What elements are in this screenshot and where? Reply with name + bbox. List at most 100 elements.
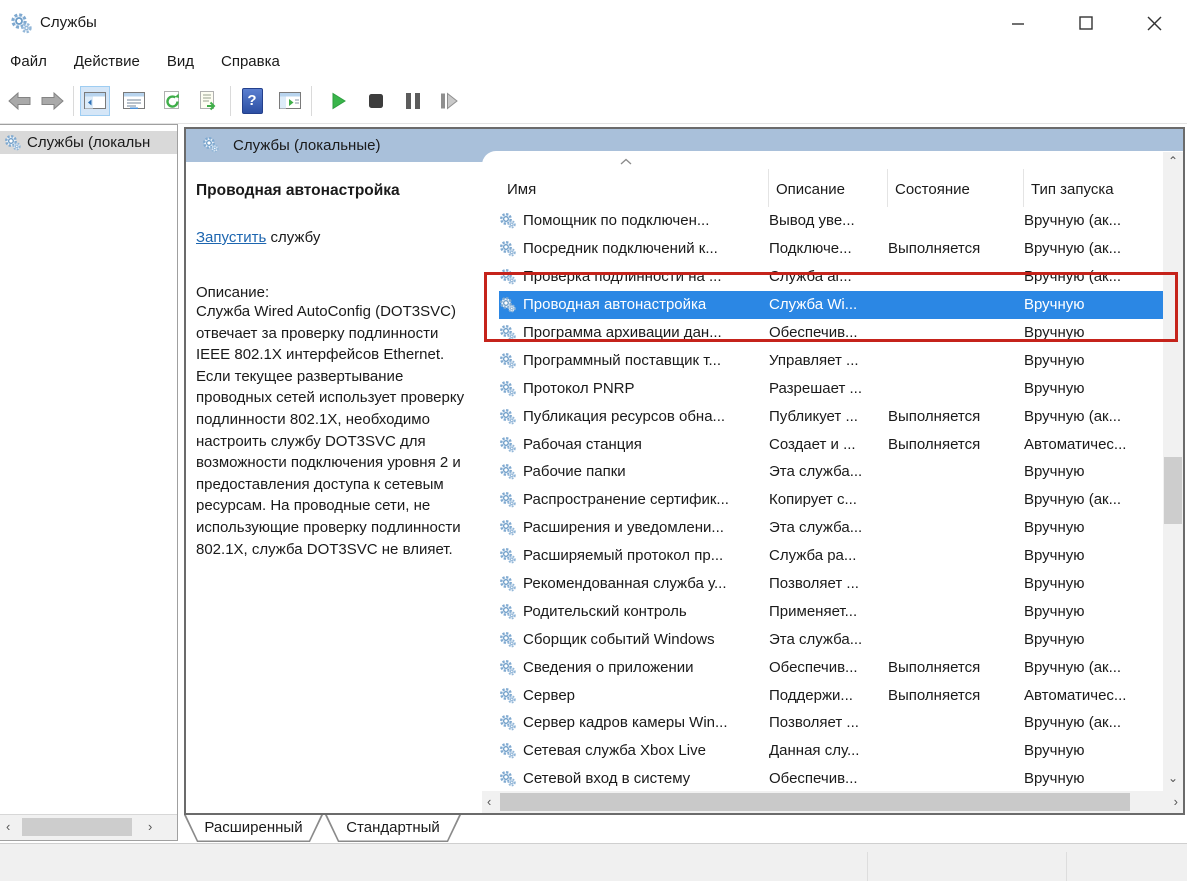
service-gear-icon bbox=[499, 659, 516, 676]
forward-icon[interactable] bbox=[37, 86, 67, 116]
table-row[interactable]: Проводная автонастройка Служба Wi... Вручн… bbox=[499, 290, 1163, 319]
table-row[interactable]: Сетевая служба Xbox Live Данная слу... Вру… bbox=[499, 737, 1163, 765]
table-row[interactable]: Сетевой вход в систему Обеспечив... Вручну… bbox=[499, 765, 1163, 791]
cell-name: Сервер кадров камеры Win... bbox=[523, 714, 728, 732]
cell-description: Данная слу... bbox=[769, 742, 860, 760]
cell-name: Программа архивации дан... bbox=[523, 324, 722, 341]
tree-horizontal-scrollbar[interactable]: ‹ › bbox=[0, 814, 177, 840]
cell-startup-type: Вручную (ак... bbox=[1024, 240, 1122, 258]
list-vertical-scrollbar[interactable]: ⌃ ⌄ bbox=[1163, 152, 1183, 791]
tree-item-services-local[interactable]: Службы (локальн bbox=[0, 131, 177, 154]
service-gear-icon bbox=[499, 380, 516, 397]
cell-name: Протокол PNRP bbox=[523, 379, 635, 397]
column-header-1[interactable]: Описание bbox=[769, 169, 888, 207]
menu-item-вид[interactable]: Вид bbox=[167, 53, 194, 70]
menu-item-справка[interactable]: Справка bbox=[221, 53, 280, 70]
service-gear-icon bbox=[499, 436, 516, 453]
cell-description: Применяет... bbox=[769, 602, 858, 620]
show-action-pane-icon[interactable] bbox=[275, 86, 305, 116]
table-row[interactable]: Программа архивации дан... Обеспечив... Вр… bbox=[499, 319, 1163, 347]
table-row[interactable]: Родительский контроль Применяет... Вручную bbox=[499, 597, 1163, 625]
table-row[interactable]: Сервер кадров камеры Win... Позволяет ...… bbox=[499, 709, 1163, 737]
table-row[interactable]: Рекомендованная служба у... Позволяет ...… bbox=[499, 570, 1163, 598]
table-row[interactable]: Сервер Поддержи... Выполняется Автоматичес.… bbox=[499, 681, 1163, 709]
cell-name: Расширяемый протокол пр... bbox=[523, 547, 724, 565]
scroll-down-icon[interactable]: ⌄ bbox=[1163, 771, 1183, 789]
service-gear-icon bbox=[499, 631, 516, 648]
scroll-right-icon[interactable]: › bbox=[1174, 794, 1178, 809]
menu-item-файл[interactable]: Файл bbox=[10, 53, 47, 70]
table-row[interactable]: Помощник по подключен... Вывод уве... Вруч… bbox=[499, 207, 1163, 235]
tree-scrollbar-thumb[interactable] bbox=[22, 818, 132, 836]
service-action-line: Запустить службу bbox=[196, 229, 470, 246]
menu-bar: Файл Действие Вид Справка bbox=[0, 45, 1187, 78]
cell-state: Выполняется bbox=[888, 240, 981, 258]
cell-name: Сервер bbox=[523, 686, 576, 704]
toolbar-separator bbox=[311, 85, 312, 116]
services-gear-icon bbox=[202, 136, 221, 155]
table-row[interactable]: Посредник подключений к... Подключе... Вып… bbox=[499, 235, 1163, 263]
table-row[interactable]: Программный поставщик т... Управляет ... В… bbox=[499, 346, 1163, 374]
table-row[interactable]: Рабочая станция Создает и ... Выполняется А… bbox=[499, 430, 1163, 458]
cell-description: Копирует с... bbox=[769, 491, 857, 509]
tab-extended[interactable]: Расширенный bbox=[184, 815, 323, 842]
stop-service-icon[interactable] bbox=[361, 86, 391, 116]
column-header-0[interactable]: Имя bbox=[482, 169, 769, 207]
show-console-tree-icon[interactable] bbox=[80, 85, 110, 116]
start-service-link[interactable]: Запустить bbox=[196, 229, 266, 246]
cell-name: Сведения о приложении bbox=[523, 658, 694, 676]
table-row[interactable]: Проверка подлинности на ... Служба аг... В… bbox=[499, 263, 1163, 291]
vertical-scrollbar-thumb[interactable] bbox=[1164, 457, 1182, 524]
scroll-up-icon[interactable]: ⌃ bbox=[1163, 154, 1183, 172]
cell-name: Родительский контроль bbox=[523, 602, 687, 620]
close-button[interactable] bbox=[1139, 8, 1169, 38]
help-icon[interactable]: ? bbox=[237, 86, 267, 116]
properties-icon[interactable] bbox=[119, 86, 149, 116]
list-horizontal-scrollbar[interactable]: ‹ › bbox=[482, 791, 1183, 813]
table-row[interactable]: Публикация ресурсов обна... Публикует ...… bbox=[499, 402, 1163, 430]
cell-startup-type: Вручную bbox=[1024, 602, 1085, 620]
service-gear-icon bbox=[499, 687, 516, 704]
horizontal-scrollbar-thumb[interactable] bbox=[500, 793, 1130, 811]
scroll-right-icon[interactable]: › bbox=[148, 819, 152, 835]
restart-service-icon[interactable] bbox=[434, 86, 464, 116]
refresh-icon[interactable] bbox=[158, 86, 188, 116]
service-gear-icon bbox=[499, 268, 516, 285]
cell-description: Подключе... bbox=[769, 240, 852, 258]
pause-service-icon[interactable] bbox=[398, 86, 428, 116]
cell-startup-type: Вручную bbox=[1024, 379, 1085, 397]
status-separator bbox=[1066, 852, 1067, 881]
cell-description: Служба аг... bbox=[769, 268, 852, 286]
cell-description: Управляет ... bbox=[769, 351, 859, 369]
table-row[interactable]: Сборщик событий Windows Эта служба... Вруч… bbox=[499, 625, 1163, 653]
status-separator bbox=[867, 852, 868, 881]
column-header-2[interactable]: Состояние bbox=[888, 169, 1024, 207]
scroll-left-icon[interactable]: ‹ bbox=[487, 794, 491, 809]
column-header-3[interactable]: Тип запуска bbox=[1024, 169, 1162, 207]
cell-startup-type: Вручную (ак... bbox=[1024, 714, 1122, 732]
cell-startup-type: Вручную (ак... bbox=[1024, 268, 1122, 286]
cell-startup-type: Вручную (ак... bbox=[1024, 491, 1122, 509]
cell-startup-type: Вручную bbox=[1024, 770, 1085, 788]
table-row[interactable]: Рабочие папки Эта служба... Вручную bbox=[499, 458, 1163, 486]
back-icon[interactable] bbox=[5, 86, 35, 116]
scroll-left-icon[interactable]: ‹ bbox=[6, 819, 10, 835]
cell-state: Выполняется bbox=[888, 658, 981, 676]
list-header: Имя Описание Состояние Тип запуска bbox=[482, 151, 1163, 207]
tab-standard[interactable]: Стандартный bbox=[325, 815, 461, 842]
table-row[interactable]: Сведения о приложении Обеспечив... Выполня… bbox=[499, 653, 1163, 681]
maximize-button[interactable] bbox=[1071, 8, 1101, 38]
description-label: Описание: bbox=[196, 284, 270, 301]
table-row[interactable]: Протокол PNRP Разрешает ... Вручную bbox=[499, 374, 1163, 402]
cell-startup-type: Вручную (ак... bbox=[1024, 407, 1122, 425]
table-row[interactable]: Расширяемый протокол пр... Служба ра... Вр… bbox=[499, 542, 1163, 570]
service-gear-icon bbox=[499, 296, 516, 313]
cell-state: Выполняется bbox=[888, 435, 981, 453]
table-row[interactable]: Расширения и уведомлени... Эта служба... В… bbox=[499, 514, 1163, 542]
export-list-icon[interactable] bbox=[194, 86, 224, 116]
cell-startup-type: Вручную bbox=[1024, 575, 1085, 593]
table-row[interactable]: Распространение сертифик... Копирует с...… bbox=[499, 486, 1163, 514]
minimize-button[interactable] bbox=[1003, 8, 1033, 38]
start-service-icon[interactable] bbox=[324, 86, 354, 116]
menu-item-действие[interactable]: Действие bbox=[74, 53, 140, 70]
